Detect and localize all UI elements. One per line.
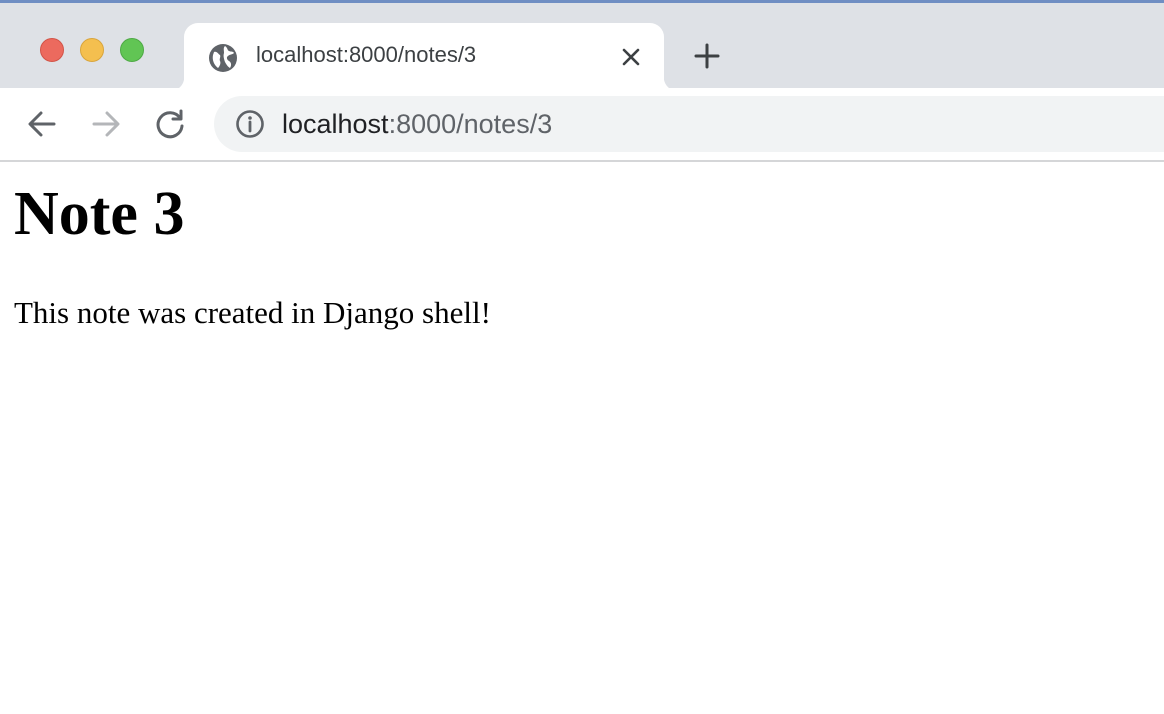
tab-strip: localhost:8000/notes/3 — [0, 3, 1164, 91]
arrow-right-icon[interactable] — [88, 106, 124, 142]
plus-icon[interactable] — [692, 41, 722, 71]
reload-icon[interactable] — [152, 106, 188, 142]
globe-icon — [209, 44, 237, 72]
url-text[interactable]: localhost:8000/notes/3 — [282, 108, 552, 140]
close-icon[interactable] — [620, 46, 642, 68]
url-host: localhost — [282, 109, 389, 139]
tab-title: localhost:8000/notes/3 — [256, 42, 477, 67]
url-path: :8000/notes/3 — [388, 109, 553, 139]
address-bar[interactable]: localhost:8000/notes/3 — [214, 96, 1164, 152]
window-zoom-button[interactable] — [120, 38, 144, 62]
page-title: Note 3 — [14, 180, 185, 248]
info-icon[interactable] — [234, 108, 266, 140]
window-close-button[interactable] — [40, 38, 64, 62]
window-minimize-button[interactable] — [80, 38, 104, 62]
browser-window: localhost:8000/notes/3 localhost:8000/no… — [0, 0, 1164, 714]
toolbar: localhost:8000/notes/3 — [0, 88, 1164, 160]
tab-active[interactable]: localhost:8000/notes/3 — [170, 23, 678, 91]
note-body: This note was created in Django shell! — [14, 295, 491, 330]
page-content: Note 3 This note was created in Django s… — [0, 162, 1164, 714]
arrow-left-icon[interactable] — [24, 106, 60, 142]
